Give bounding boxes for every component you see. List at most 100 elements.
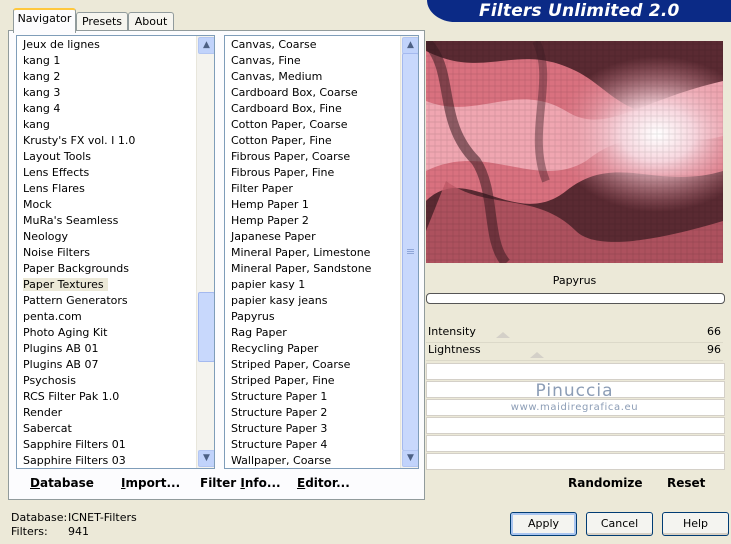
list-item-label: Canvas, Coarse (231, 38, 317, 51)
list-item[interactable]: Filter Paper (225, 181, 401, 197)
list-item[interactable]: Fibrous Paper, Fine (225, 165, 401, 181)
list-item-label: RCS Filter Pak 1.0 (23, 390, 120, 403)
filter-list: Canvas, Coarse Canvas, Fine Canvas, Medium… (225, 37, 401, 468)
list-item[interactable]: Structure Paper 3 (225, 421, 401, 437)
list-item-label: Striped Paper, Coarse (231, 358, 351, 371)
list-item[interactable]: Structure Paper 4 (225, 437, 401, 453)
list-item[interactable]: RCS Filter Pak 1.0 (17, 389, 197, 405)
list-item[interactable]: Psychosis (17, 373, 197, 389)
progress-bar (426, 293, 725, 304)
list-item[interactable]: Japanese Paper (225, 229, 401, 245)
list-item[interactable]: Render (17, 405, 197, 421)
list-item[interactable]: Hemp Paper 1 (225, 197, 401, 213)
filter-listbox[interactable]: Canvas, Coarse Canvas, Fine Canvas, Medium… (224, 35, 419, 469)
apply-button[interactable]: Apply (510, 512, 577, 536)
scroll-up-arrow-icon[interactable]: ▲ (402, 37, 418, 54)
empty-slider-row (426, 435, 725, 452)
list-item[interactable]: Photo Aging Kit (17, 325, 197, 341)
list-item-label: Sapphire Filters 03 (23, 454, 126, 467)
list-item-label: kang 3 (23, 86, 61, 99)
list-item[interactable]: Hemp Paper 2 (225, 213, 401, 229)
help-button[interactable]: Help (662, 512, 729, 536)
list-item[interactable]: kang 2 (17, 69, 197, 85)
list-item[interactable]: Paper Backgrounds (17, 261, 197, 277)
scroll-up-arrow-icon[interactable]: ▲ (198, 37, 214, 54)
list-item-label: kang (23, 118, 50, 131)
list-item[interactable]: Cardboard Box, Fine (225, 101, 401, 117)
list-item[interactable]: Canvas, Coarse (225, 37, 401, 53)
filter-scrollbar[interactable]: ▲ ▼ (400, 36, 418, 468)
list-item[interactable]: papier kasy 1 (225, 277, 401, 293)
list-item[interactable]: Cotton Paper, Coarse (225, 117, 401, 133)
randomize-button[interactable]: Randomize (568, 476, 642, 490)
list-item[interactable]: kang 3 (17, 85, 197, 101)
database-button[interactable]: Database (30, 476, 94, 490)
list-item[interactable]: papier kasy jeans (225, 293, 401, 309)
list-item[interactable]: Noise Filters (17, 245, 197, 261)
list-item[interactable]: Canvas, Fine (225, 53, 401, 69)
list-item[interactable]: Lens Flares (17, 181, 197, 197)
list-item[interactable]: Mock (17, 197, 197, 213)
app-banner: Filters Unlimited 2.0 (427, 0, 731, 22)
scroll-down-arrow-icon[interactable]: ▼ (198, 450, 214, 467)
import-button[interactable]: Import... (121, 476, 180, 490)
list-item[interactable]: Cardboard Box, Coarse (225, 85, 401, 101)
list-item[interactable]: Structure Paper 1 (225, 389, 401, 405)
list-item[interactable]: Paper Textures (17, 277, 197, 293)
list-item[interactable]: Recycling Paper (225, 341, 401, 357)
list-item-label: Cardboard Box, Fine (231, 102, 342, 115)
tab-navigator[interactable]: Navigator (13, 8, 76, 33)
list-item[interactable]: Layout Tools (17, 149, 197, 165)
list-item[interactable]: Sapphire Filters 03 (17, 453, 197, 468)
list-item[interactable]: Striped Paper, Coarse (225, 357, 401, 373)
list-item[interactable]: Plugins AB 01 (17, 341, 197, 357)
list-item[interactable]: penta.com (17, 309, 197, 325)
tab-presets[interactable]: Presets (76, 12, 128, 31)
list-item[interactable]: kang 1 (17, 53, 197, 69)
cancel-button[interactable]: Cancel (586, 512, 653, 536)
list-item[interactable]: MuRa's Seamless (17, 213, 197, 229)
scroll-down-arrow-icon[interactable]: ▼ (402, 450, 418, 467)
filter-info-button[interactable]: Filter Info... (200, 476, 281, 490)
list-item[interactable]: Structure Paper 2 (225, 405, 401, 421)
list-item[interactable]: Sabercat (17, 421, 197, 437)
lightness-slider-handle[interactable] (530, 352, 544, 358)
list-item[interactable]: Jeux de lignes (17, 37, 197, 53)
filter-scroll-thumb[interactable] (402, 53, 418, 451)
list-item[interactable]: Krusty's FX vol. I 1.0 (17, 133, 197, 149)
list-item-label: Rag Paper (231, 326, 287, 339)
list-item[interactable]: Papyrus (225, 309, 401, 325)
list-item-label: Paper Backgrounds (23, 262, 130, 275)
list-item[interactable]: Striped Paper, Fine (225, 373, 401, 389)
list-item[interactable]: kang 4 (17, 101, 197, 117)
lightness-label: Lightness (428, 343, 481, 356)
reset-button[interactable]: Reset (667, 476, 705, 490)
list-item[interactable]: Fibrous Paper, Coarse (225, 149, 401, 165)
list-item-label: Wallpaper, Coarse (231, 454, 332, 467)
list-item[interactable]: Canvas, Medium (225, 69, 401, 85)
lightness-slider[interactable]: Lightness 96 (426, 342, 723, 361)
list-item[interactable]: Wallpaper, Coarse (225, 453, 401, 468)
intensity-slider[interactable]: Intensity 66 (426, 324, 723, 343)
tab-about[interactable]: About (128, 12, 174, 31)
list-item[interactable]: Sapphire Filters 01 (17, 437, 197, 453)
list-item-label: Pattern Generators (23, 294, 128, 307)
category-scroll-thumb[interactable] (198, 292, 214, 362)
list-item-label: papier kasy 1 (231, 278, 306, 291)
list-item[interactable]: Cotton Paper, Fine (225, 133, 401, 149)
list-item[interactable]: Pattern Generators (17, 293, 197, 309)
list-item[interactable]: Mineral Paper, Sandstone (225, 261, 401, 277)
list-item[interactable]: Neology (17, 229, 197, 245)
list-item[interactable]: Lens Effects (17, 165, 197, 181)
category-listbox[interactable]: Jeux de lignes kang 1 kang 2 kang 3 kang 4 ka… (16, 35, 215, 469)
list-item[interactable]: Plugins AB 07 (17, 357, 197, 373)
intensity-slider-handle[interactable] (496, 332, 510, 338)
list-item[interactable]: Mineral Paper, Limestone (225, 245, 401, 261)
list-item[interactable]: Rag Paper (225, 325, 401, 341)
list-item[interactable]: kang (17, 117, 197, 133)
lightness-value: 96 (707, 343, 721, 356)
list-item-label: Canvas, Fine (231, 54, 301, 67)
category-scrollbar[interactable]: ▲ ▼ (196, 36, 214, 468)
editor-button[interactable]: Editor... (297, 476, 350, 490)
watermark-site: www.maidiregrafica.eu (510, 402, 639, 413)
